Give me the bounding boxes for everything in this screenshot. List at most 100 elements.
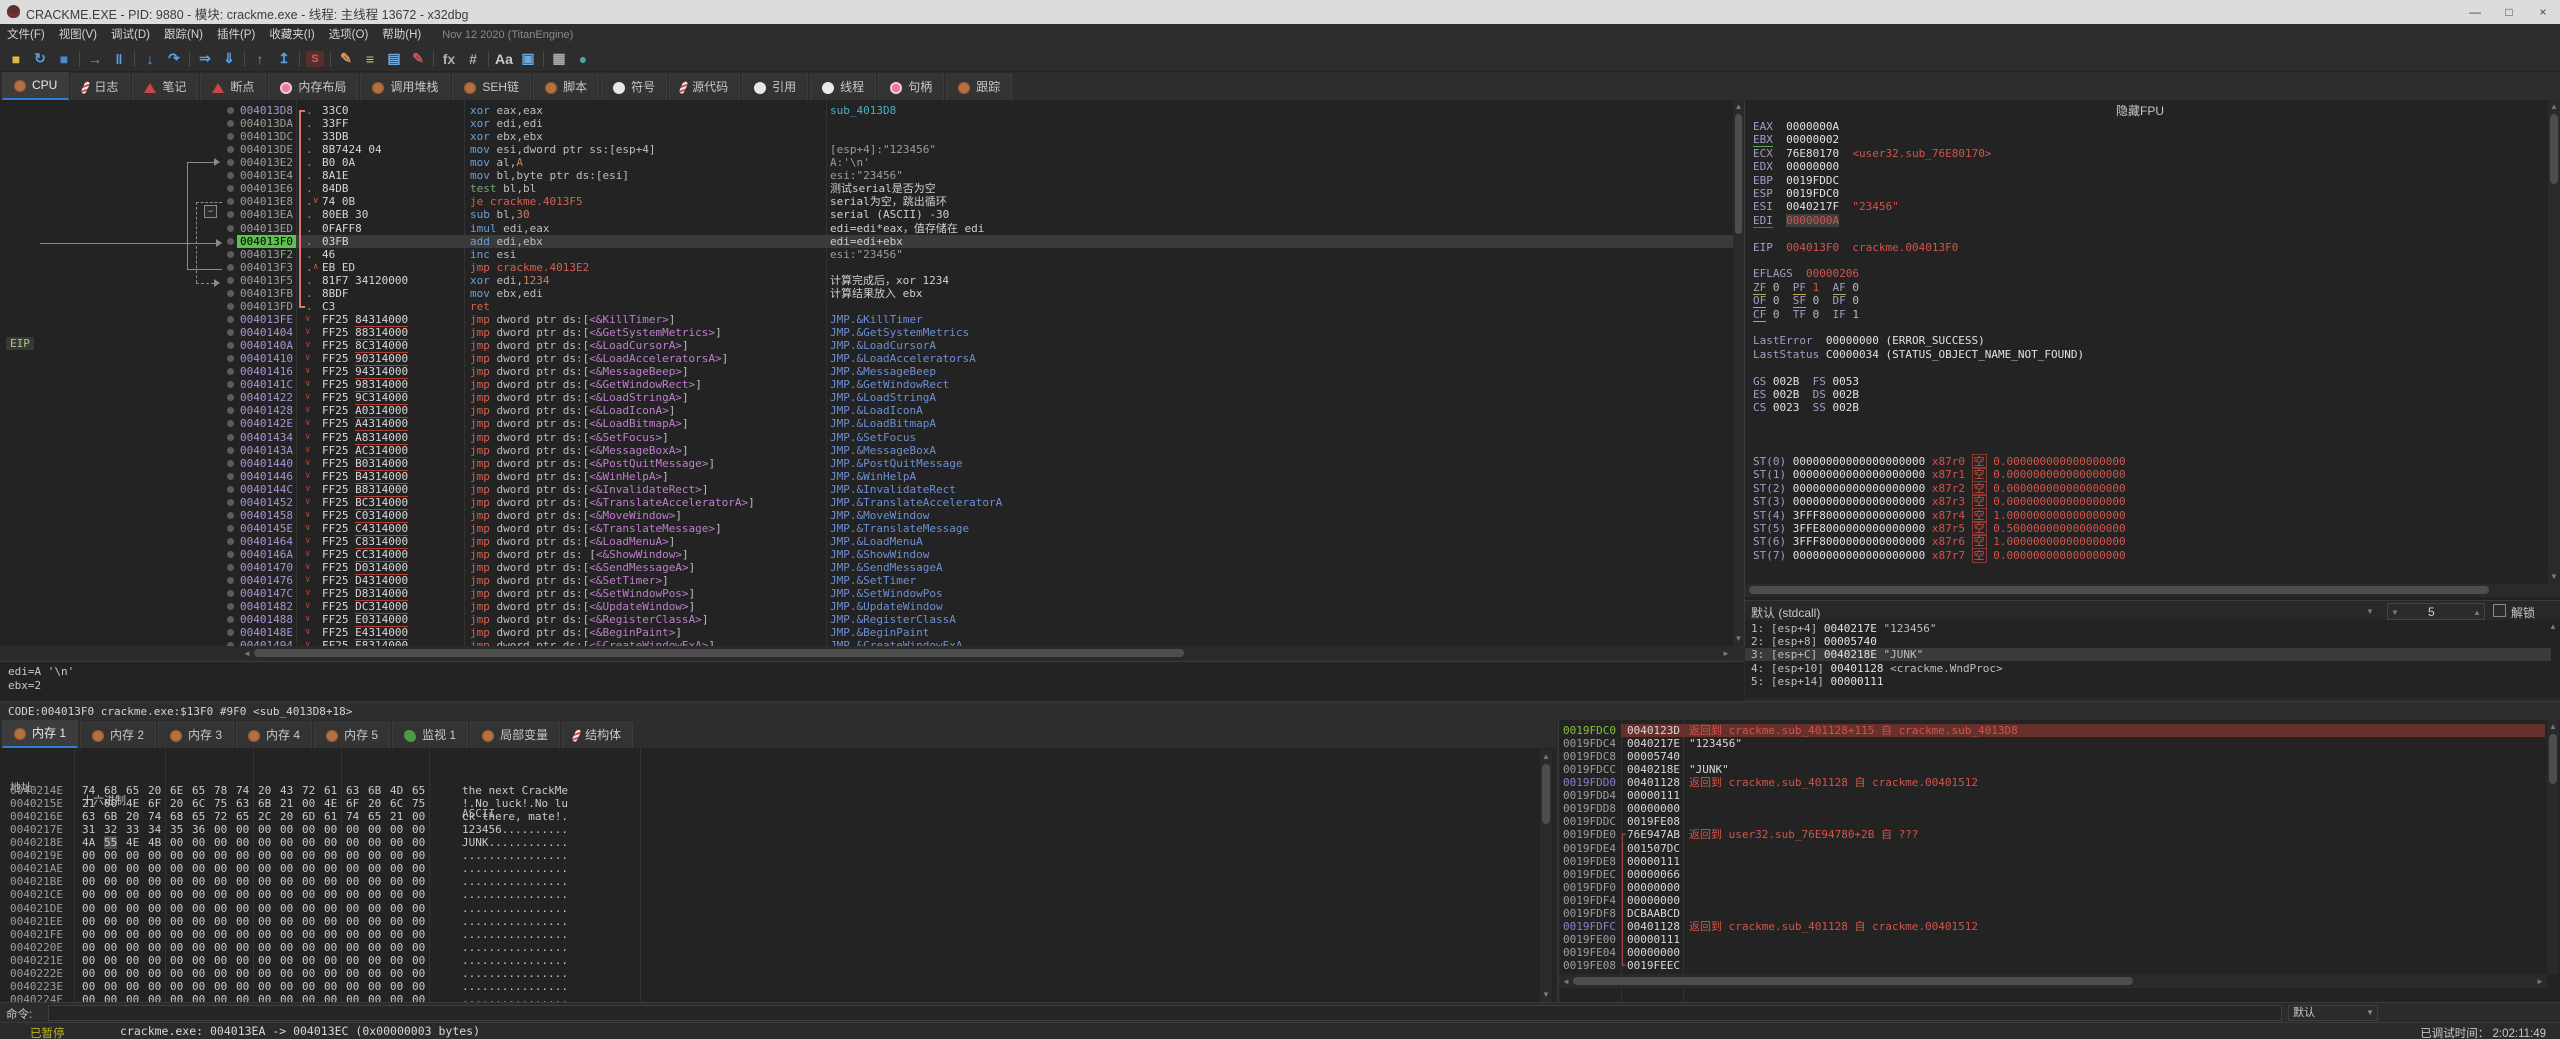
disasm-row[interactable]: 00401482 ∨ FF25 DC314000 jmp dword ptr ds:[… (225, 600, 1733, 615)
disasm-row[interactable]: 004013FD. C3 ret (225, 300, 1733, 313)
register-line[interactable]: EDI 0000000A (1753, 213, 1840, 228)
tab-引用[interactable]: 引用 (742, 74, 809, 100)
disasm-row[interactable]: 00401458 ∨ FF25 C0314000 jmp dword ptr ds:[… (225, 508, 1733, 523)
disasm-row[interactable]: 004013ED. 0FAFF8 imul edi,eax edi=edi*eax，值… (225, 222, 1733, 235)
stack-row[interactable]: 0019FE08 └ 0019FEEC (1559, 959, 2559, 972)
disasm-row[interactable]: 00401422 ∨ FF25 9C314000 jmp dword ptr ds:[… (225, 391, 1733, 406)
maximize-button[interactable]: □ (2492, 0, 2526, 24)
dump-vscrollbar[interactable]: ▲ ▼ (1540, 750, 1552, 1002)
disasm-row[interactable]: 0040146A ∨ FF25 CC314000 jmp dword ptr ds: … (225, 548, 1733, 563)
dump-row[interactable]: 0040215E 21 00 4E 6F 20 6C 75 63 6B 21 00 4E 6F 20 6C 75… (0, 797, 1540, 810)
menu-item-跟踪N[interactable]: 跟踪(N) (157, 29, 210, 41)
disasm-row[interactable]: 004013FB. 8BDF mov ebx,edi 计算结果放入 ebx (225, 287, 1733, 300)
breakpoint-dot[interactable] (227, 120, 234, 128)
disasm-row[interactable]: 004013E4. 8A1E mov bl,byte ptr ds:[esi] esi… (225, 169, 1733, 182)
disasm-row[interactable]: 0040143A ∨ FF25 AC314000 jmp dword ptr ds:[… (225, 443, 1733, 458)
stack-vscrollbar[interactable]: ▲ (2547, 720, 2559, 974)
register-line[interactable]: ST(1) 00000000000000000000 x87r1 空 0.000… (1753, 467, 2126, 483)
stack-row[interactable]: 0019FDF8 │ DCBAABCD (1559, 907, 2559, 920)
dump-row[interactable]: 004021CE 00 00 00 00 00 00 00 00 00 00 00 00 00 00 00 00… (0, 888, 1540, 901)
registers-hscrollbar[interactable] (1745, 584, 2560, 597)
tab-线程[interactable]: 线程 (810, 74, 877, 100)
register-line[interactable]: ESI 0040217F "23456" (1753, 200, 1899, 213)
dump-row[interactable]: 0040214E 74 68 65 20 6E 65 78 74 20 43 72 61 63 6B 4D 65… (0, 784, 1540, 797)
stack-row[interactable]: 0019FDCC 0040218E "JUNK" (1559, 763, 2559, 776)
disasm-row[interactable]: 004013E8. ∨ 74 0B je crackme.4013F5 serial为空… (225, 195, 1733, 208)
tab-日志[interactable]: 日志 (71, 74, 131, 100)
register-line[interactable]: CS 0023 SS 002B (1753, 401, 1859, 414)
breakpoint-dot[interactable] (227, 224, 234, 232)
tab-调用堆栈[interactable]: 调用堆栈 (360, 74, 451, 100)
dump-row[interactable]: 0040221E 00 00 00 00 00 00 00 00 00 00 00 00 00 00 00 00… (0, 954, 1540, 967)
comment-button[interactable]: ≡ (358, 48, 382, 70)
register-line[interactable]: EAX 0000000A (1753, 120, 1839, 133)
window-button[interactable]: ▣ (516, 48, 540, 70)
close-button[interactable]: × (2526, 0, 2560, 24)
step-out-button[interactable]: ⇓ (217, 48, 241, 70)
assemble-button[interactable]: ✎ (334, 48, 358, 70)
menu-item-文件F[interactable]: 文件(F) (0, 29, 52, 41)
calculator-button[interactable]: ▦ (547, 48, 571, 70)
disasm-row[interactable]: 004013F5. 81F7 34120000 xor edi,1234 计算完成后，… (225, 274, 1733, 287)
dump-row[interactable]: 0040220E 00 00 00 00 00 00 00 00 00 00 00 00 00 00 00 00… (0, 941, 1540, 954)
dump-tab-内存 2[interactable]: 内存 2 (80, 722, 157, 748)
breakpoint-dot[interactable] (227, 289, 234, 297)
breakpoint-dot[interactable] (227, 537, 234, 545)
breakpoint-dot[interactable] (227, 329, 234, 337)
menu-item-选项O[interactable]: 选项(O) (322, 29, 376, 41)
pause-button[interactable]: ‖ (107, 48, 131, 70)
dump-tab-局部变量[interactable]: 局部变量 (470, 722, 561, 748)
disasm-hscrollbar[interactable]: ◄ ► (240, 646, 1733, 660)
breakpoint-dot[interactable] (227, 459, 234, 467)
collapse-function-icon[interactable]: − (204, 205, 217, 218)
tab-CPU[interactable]: CPU (2, 72, 70, 100)
dump-row[interactable]: 004021DE 00 00 00 00 00 00 00 00 00 00 00 00 00 00 00 00… (0, 902, 1540, 915)
dump-tab-内存 4[interactable]: 内存 4 (236, 722, 313, 748)
register-line[interactable]: ES 002B DS 002B (1753, 388, 1859, 401)
disasm-row[interactable]: 004013D8. 33C0 xor eax,eax sub_4013D8 (225, 104, 1733, 117)
minimize-button[interactable]: — (2458, 0, 2492, 24)
restart-button[interactable]: ↻ (28, 48, 52, 70)
disasm-row[interactable]: 00401434 ∨ FF25 A8314000 jmp dword ptr ds:[… (225, 430, 1733, 445)
disasm-row[interactable]: 0040140A ∨ FF25 8C314000 jmp dword ptr ds:[… (225, 339, 1733, 354)
tab-跟踪[interactable]: 跟踪 (946, 74, 1013, 100)
register-line[interactable]: ST(5) 3FFE8000000000000000 x87r5 空 0.500… (1753, 521, 2126, 536)
register-line[interactable]: LastStatus C0000034 (STATUS_OBJECT_NAME_… (1753, 348, 2084, 361)
register-line[interactable]: OF 0 SF 0 DF 0 (1753, 294, 1859, 309)
disasm-row[interactable]: 00401440 ∨ FF25 B0314000 jmp dword ptr ds:[… (225, 456, 1733, 471)
breakpoint-dot[interactable] (227, 433, 234, 441)
dump-row[interactable]: 0040217E 31 32 33 34 35 36 00 00 00 00 00 00 00 00 00 00… (0, 823, 1540, 836)
dump-row[interactable]: 004021BE 00 00 00 00 00 00 00 00 00 00 00 00 00 00 00 00… (0, 875, 1540, 888)
hide-fpu-button[interactable]: 隐藏FPU (1745, 102, 2535, 118)
register-line[interactable]: ESP 0019FDC0 (1753, 187, 1839, 200)
tab-源代码[interactable]: 源代码 (669, 74, 741, 100)
stack-row[interactable]: 0019FDD4 00000111 (1559, 789, 2559, 802)
disasm-row[interactable]: 00401404 ∨ FF25 88314000 jmp dword ptr ds:[… (225, 326, 1733, 341)
breakpoint-dot[interactable] (227, 315, 234, 323)
breakpoint-dot[interactable] (227, 250, 234, 258)
stack-row[interactable]: 0019FDF4 │ 00000000 (1559, 894, 2559, 907)
disasm-row[interactable]: 0040144C ∨ FF25 B8314000 jmp dword ptr ds:[… (225, 482, 1733, 497)
disasm-row[interactable]: 00401446 ∨ FF25 B4314000 jmp dword ptr ds:[… (225, 469, 1733, 484)
tab-符号[interactable]: 符号 (601, 74, 668, 100)
close-process-button[interactable]: ■ (52, 48, 76, 70)
tab-SEH链[interactable]: SEH链 (452, 74, 532, 100)
register-line[interactable]: ZF 0 PF 1 AF 0 (1753, 280, 1859, 295)
disasm-row[interactable]: 00401428 ∨ FF25 A0314000 jmp dword ptr ds:[… (225, 404, 1733, 419)
dump-tab-内存 1[interactable]: 内存 1 (2, 720, 79, 748)
stack-hscrollbar[interactable]: ◄ ► (1559, 974, 2547, 988)
register-line[interactable]: LastError 00000000 (ERROR_SUCCESS) (1753, 334, 1985, 347)
source-mode-button[interactable]: S (306, 50, 324, 67)
run-to-cursor-button[interactable]: ⇒ (193, 48, 217, 70)
disasm-row[interactable]: 004013DC. 33DB xor ebx,ebx (225, 130, 1733, 143)
register-line[interactable]: ST(7) 00000000000000000000 x87r7 空 0.000… (1753, 547, 2126, 563)
argument-count-stepper[interactable]: ▼ 5 ▲ (2387, 603, 2485, 620)
menu-item-帮助H[interactable]: 帮助(H) (375, 29, 428, 41)
registers-vscrollbar[interactable]: ▲ ▼ (2548, 100, 2560, 584)
menu-item-视图V[interactable]: 视图(V) (52, 29, 104, 41)
run-button[interactable]: → (83, 48, 107, 70)
register-line[interactable]: EIP 004013F0 crackme.004013F0 (1753, 241, 1958, 254)
dump-row[interactable]: 0040216E 63 6B 20 74 68 65 72 65 2C 20 6D 61 74 65 21 00… (0, 810, 1540, 823)
stack-row[interactable]: 0019FDE8 │ 00000111 (1559, 855, 2559, 868)
run-to-user-code-button[interactable]: ↥ (272, 48, 296, 70)
